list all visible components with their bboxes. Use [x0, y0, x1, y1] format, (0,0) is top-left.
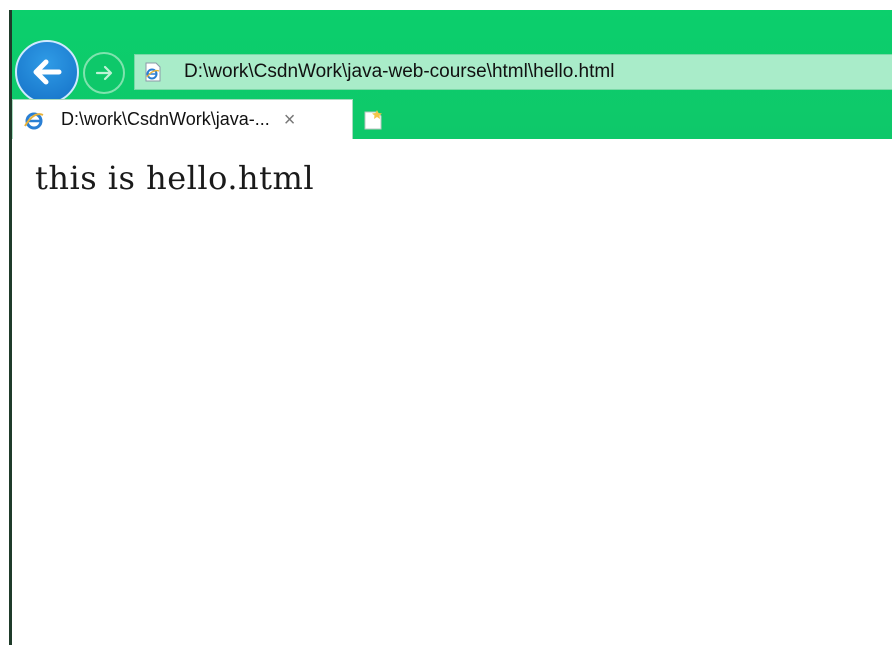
- forward-arrow-icon: [95, 65, 113, 81]
- tab-close-icon[interactable]: ×: [284, 110, 296, 130]
- tab-hello-html[interactable]: D:\work\CsdnWork\java-... ×: [12, 99, 353, 139]
- new-tab-icon: [364, 110, 382, 130]
- ie-logo-icon: [23, 109, 45, 131]
- ie-page-icon: [144, 62, 162, 82]
- back-arrow-icon: [33, 59, 62, 85]
- new-tab-button[interactable]: [356, 104, 390, 136]
- back-button[interactable]: [15, 40, 79, 104]
- browser-window: D:\work\CsdnWork\java-web-course\html\he…: [0, 0, 892, 645]
- url-text[interactable]: D:\work\CsdnWork\java-web-course\html\he…: [184, 61, 614, 83]
- forward-button[interactable]: [83, 52, 125, 94]
- tab-title: D:\work\CsdnWork\java-...: [61, 109, 270, 129]
- page-text: this is hello.html: [35, 159, 315, 197]
- page-content: this is hello.html: [15, 139, 892, 645]
- window-left-border: [0, 10, 12, 645]
- top-strip: [0, 0, 892, 10]
- address-bar[interactable]: D:\work\CsdnWork\java-web-course\html\he…: [134, 54, 892, 90]
